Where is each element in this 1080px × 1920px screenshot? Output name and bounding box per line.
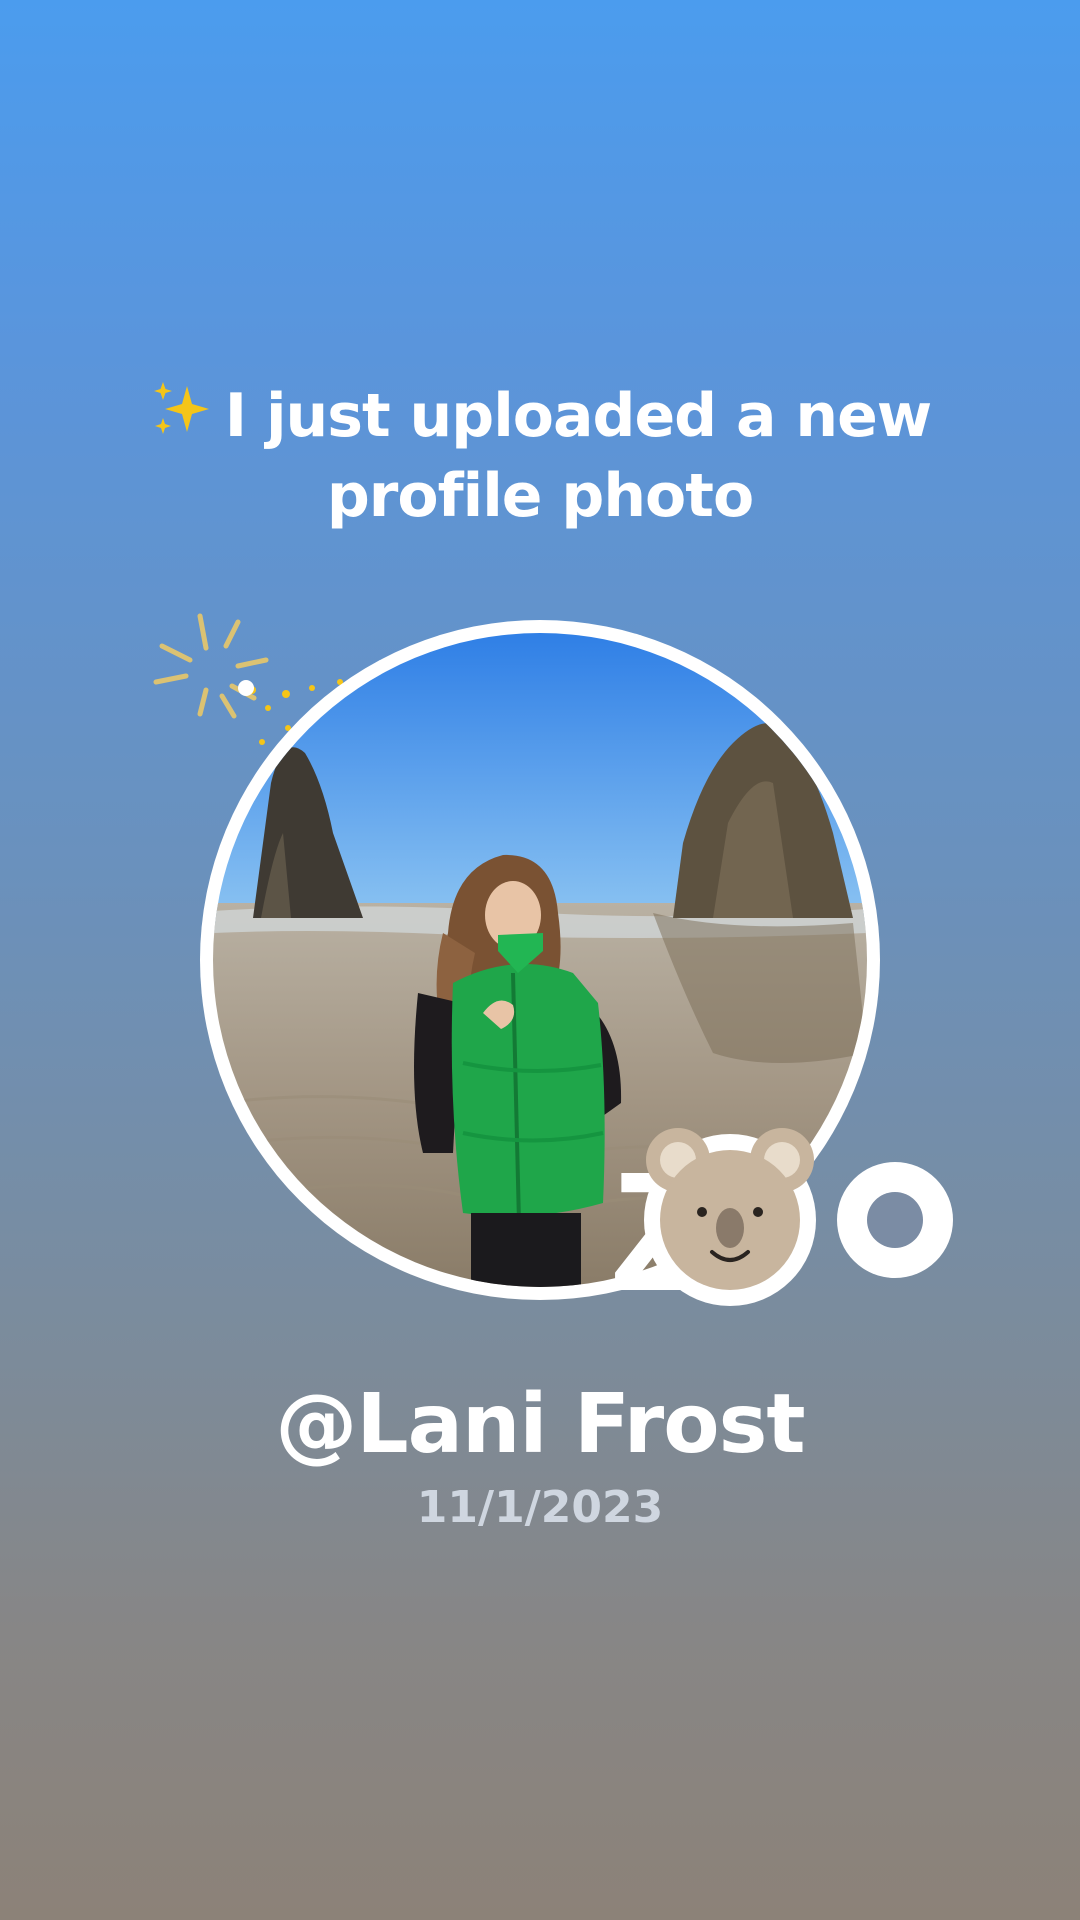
koala-icon: Z xyxy=(610,1128,953,1327)
sparkles-icon xyxy=(153,382,209,434)
headline-text: I just uploaded a new profile photo xyxy=(224,381,932,531)
post-date: 11/1/2023 xyxy=(416,1482,664,1533)
username: @Lani Frost xyxy=(275,1377,805,1472)
story-headline: I just uploaded a new profile photo xyxy=(120,376,960,536)
